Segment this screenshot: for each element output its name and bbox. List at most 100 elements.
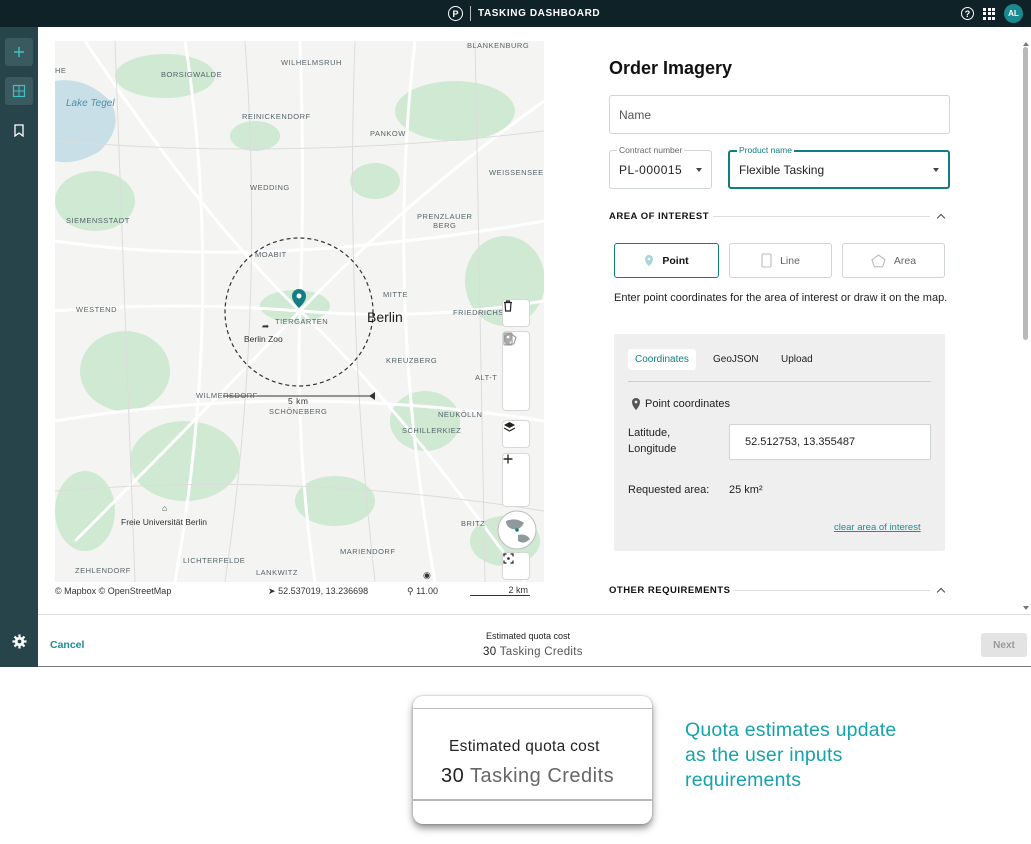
draw-area-button[interactable]: [503, 332, 529, 410]
map-label-lichterfelde: LICHTERFELDE: [183, 556, 246, 565]
quota-unit: Tasking Credits: [499, 646, 583, 658]
delete-shape-button[interactable]: [503, 300, 529, 326]
contract-number-value: PL-000015: [619, 163, 683, 177]
map-label-tiergarten: TIERGARTEN: [275, 317, 329, 326]
zoom-out-button[interactable]: [503, 458, 529, 506]
callout-text: Quota estimates update as the user input…: [685, 719, 897, 791]
help-icon[interactable]: ?: [961, 7, 974, 20]
polygon-icon: [503, 332, 517, 345]
geometry-line-label: Line: [780, 254, 800, 267]
map-label-pankow: PANKOW: [370, 129, 406, 138]
collapse-other-icon[interactable]: [936, 587, 946, 597]
aoi-help-text: Enter point coordinates for the area of …: [614, 292, 948, 304]
name-placeholder: Name: [619, 108, 652, 122]
tab-coordinates[interactable]: Coordinates: [628, 349, 696, 370]
pin-icon: [645, 255, 654, 266]
map-label-prenzlauer-berg: PRENZLAUER BERG: [417, 212, 473, 230]
cancel-button[interactable]: Cancel: [50, 639, 84, 651]
tabs-divider: [628, 381, 931, 382]
map[interactable]: BLANKENBURG WILHELMSRUH HE BORSIGWALDE L…: [55, 41, 544, 582]
map-label-mitte: MITTE: [383, 290, 408, 299]
cursor-arrow-icon: ➤: [268, 586, 276, 596]
zoom-quota-value: 30 Tasking Credits: [441, 765, 614, 788]
map-label-zehlendorf: ZEHLENDORF: [75, 566, 131, 575]
map-label-moabit: MOABIT: [255, 250, 287, 259]
chevron-down-icon: [696, 167, 702, 172]
globe-icon[interactable]: [496, 509, 538, 551]
quota-zoom-card: Estimated quota cost 30 Tasking Credits: [413, 696, 652, 824]
map-label-lankwitz: LANKWITZ: [256, 568, 298, 577]
product-name-value: Flexible Tasking: [739, 163, 825, 177]
zoom-level-value: 11.00: [416, 586, 438, 596]
fit-bounds-button[interactable]: [503, 553, 529, 579]
map-attribution: © Mapbox © OpenStreetMap: [55, 586, 172, 596]
map-label-borsigwalde: BORSIGWALDE: [161, 70, 223, 79]
geometry-point-button[interactable]: Point: [614, 243, 719, 278]
other-requirements-heading: OTHER REQUIREMENTS: [609, 585, 731, 596]
orders-button[interactable]: [11, 122, 27, 138]
geometry-area-label: Area: [893, 254, 917, 267]
map-label-kreuzberg: KREUZBERG: [386, 356, 438, 365]
app-title: TASKING DASHBOARD: [478, 8, 601, 19]
focus-icon: [503, 553, 514, 564]
quota-number: 30: [483, 646, 497, 658]
polygon-icon: [871, 253, 886, 267]
geometry-area-button[interactable]: Area: [842, 243, 945, 278]
bookmark-icon: [14, 123, 24, 137]
aoi-divider: [713, 216, 930, 217]
dashboard-button[interactable]: [5, 77, 33, 105]
latlon-label: Latitude, Longitude: [628, 427, 677, 455]
cursor-coordinates-value: 52.537019, 13.236698: [278, 586, 369, 596]
tab-geojson[interactable]: GeoJSON: [706, 349, 766, 370]
top-icons: ? AL: [961, 4, 1023, 23]
contract-number-select[interactable]: Contract number PL-000015: [609, 145, 712, 189]
contract-number-label: Contract number: [617, 145, 685, 155]
new-order-button[interactable]: [5, 38, 33, 66]
next-button[interactable]: Next: [981, 633, 1027, 657]
map-label-mariendorf: MARIENDORF: [340, 547, 396, 556]
name-field[interactable]: Name: [609, 95, 950, 134]
map-label-schillerkiez: SCHILLERKIEZ: [402, 426, 462, 435]
zoom-quota-number: 30: [441, 765, 465, 787]
settings-button[interactable]: [11, 633, 27, 649]
fit-control: [503, 553, 529, 579]
university-icon: ⌂: [162, 503, 168, 513]
tab-upload[interactable]: Upload: [774, 349, 820, 370]
map-label-alt-t: ALT-T: [475, 373, 498, 382]
zoom-control: [503, 454, 529, 506]
draw-line-button[interactable]: [503, 332, 529, 384]
map-label-weissensee: WEISSENSEE: [489, 168, 544, 177]
geometry-point-label: Point: [662, 254, 689, 267]
product-name-select[interactable]: Product name Flexible Tasking: [728, 145, 950, 189]
aoi-heading: AREA OF INTEREST: [609, 211, 710, 222]
brand-divider: [470, 6, 471, 21]
form-scrollbar[interactable]: [1023, 47, 1028, 340]
geometry-toolbar: [503, 332, 529, 410]
requested-area-label: Requested area:: [628, 484, 710, 496]
gear-icon: [11, 633, 27, 649]
zoo-icon: ➦: [262, 321, 270, 331]
pin-icon: [632, 398, 640, 410]
scroll-up-icon[interactable]: [1023, 42, 1029, 46]
map-label-neukolln: NEUKÖLLN: [438, 410, 483, 419]
zoom-quota-label: Estimated quota cost: [449, 738, 600, 755]
brand: P TASKING DASHBOARD: [448, 5, 600, 22]
cursor-coordinates: ➤ 52.537019, 13.236698: [268, 586, 368, 597]
apps-grid-icon[interactable]: [983, 7, 995, 20]
layers-button[interactable]: [503, 421, 529, 447]
map-label-britz: BRITZ: [461, 519, 486, 528]
top-bar: P TASKING DASHBOARD ? AL: [0, 0, 1031, 27]
clear-aoi-link[interactable]: clear area of interest: [834, 522, 921, 533]
latlon-input[interactable]: 52.512753, 13.355487: [729, 424, 931, 460]
geometry-line-button[interactable]: Line: [729, 243, 832, 278]
map-label-siemensstadt: SIEMENSSTADT: [66, 216, 130, 225]
side-rail: [0, 27, 38, 667]
requested-area-value: 25 km²: [729, 484, 763, 496]
map-label-berlin: Berlin: [367, 309, 403, 325]
collapse-aoi-icon[interactable]: [936, 213, 946, 223]
scroll-down-icon[interactable]: [1023, 606, 1029, 610]
avatar[interactable]: AL: [1004, 4, 1023, 23]
chevron-down-icon: [933, 167, 939, 172]
plus-icon: [14, 47, 24, 57]
zoom-quota-unit: Tasking Credits: [469, 765, 615, 787]
